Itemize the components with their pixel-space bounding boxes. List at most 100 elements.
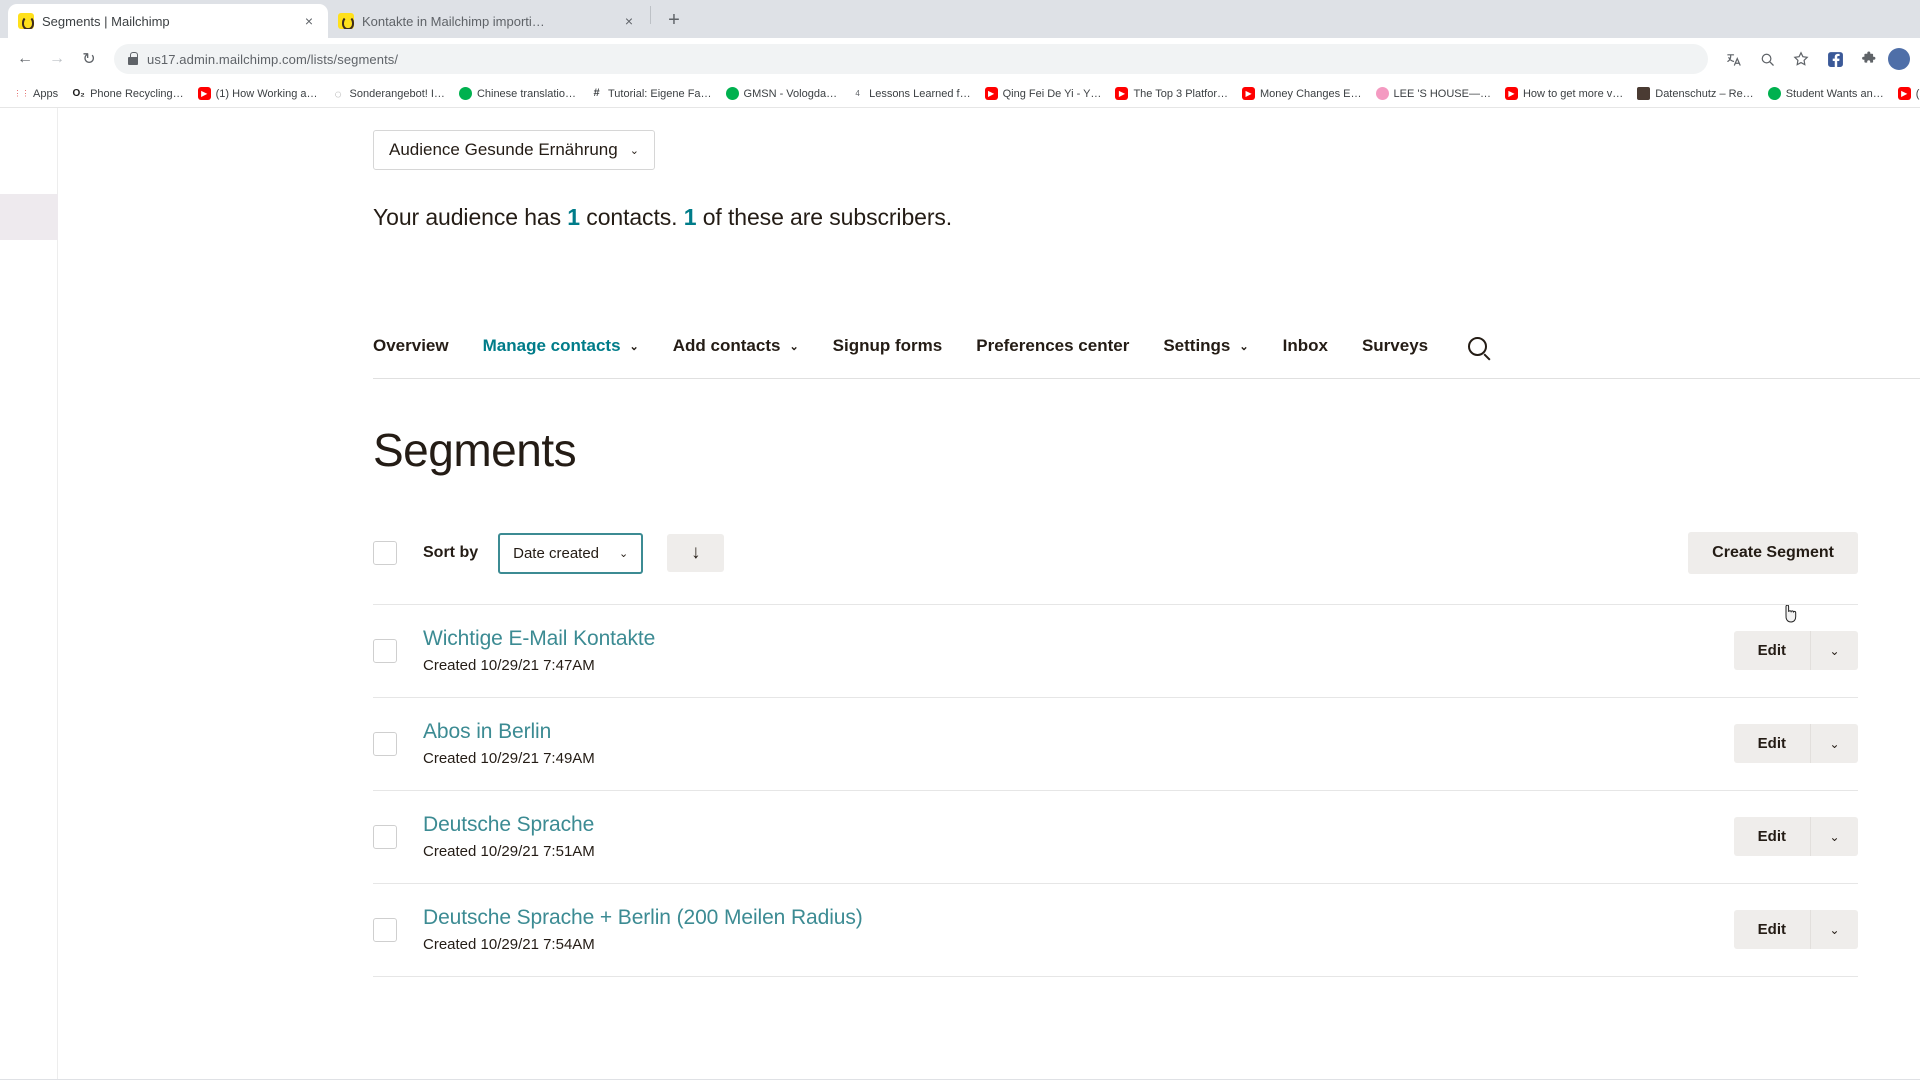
nav-tab-manage-contacts[interactable]: Manage contacts ⌄ <box>483 336 639 356</box>
bookmark-item[interactable]: ▶ Money Changes E… <box>1235 85 1369 102</box>
youtube-icon: ▶ <box>985 87 998 100</box>
segment-name-link[interactable]: Deutsche Sprache + Berlin (200 Meilen Ra… <box>423 906 1734 930</box>
bookmark-item[interactable]: ▶ (1) How Working a… <box>191 85 325 102</box>
chevron-down-icon[interactable]: ⌄ <box>1810 724 1858 763</box>
chevron-down-icon: ⌄ <box>619 547 628 560</box>
bookmark-star-icon[interactable] <box>1786 44 1816 74</box>
chevron-down-icon[interactable]: ⌄ <box>1810 910 1858 949</box>
translate-icon[interactable] <box>1718 44 1748 74</box>
bookmark-item[interactable]: LEE 'S HOUSE—… <box>1369 85 1498 102</box>
segment-name-link[interactable]: Wichtige E-Mail Kontakte <box>423 627 1734 651</box>
nav-tab-label: Add contacts <box>673 336 781 356</box>
back-icon[interactable]: ← <box>10 44 40 74</box>
o2-icon: O₂ <box>72 87 85 100</box>
segment-info: Deutsche Sprache + Berlin (200 Meilen Ra… <box>423 906 1734 953</box>
mailchimp-favicon-icon <box>338 13 354 29</box>
segment-actions: Edit ⌄ <box>1734 817 1858 856</box>
bookmark-label: GMSN - Vologda… <box>744 88 838 100</box>
nav-tab-overview[interactable]: Overview <box>373 336 449 356</box>
bookmark-item[interactable]: ◌ Sonderangebot! I… <box>325 85 452 102</box>
bookmarks-bar: ⋮⋮ Apps O₂ Phone Recycling… ▶ (1) How Working… <box>0 80 1920 108</box>
nav-tab-settings[interactable]: Settings ⌄ <box>1163 336 1248 356</box>
segment-checkbox[interactable] <box>373 918 397 942</box>
browser-tab-1[interactable]: Kontakte in Mailchimp importi… × <box>328 4 648 38</box>
browser-tab-0[interactable]: Segments | Mailchimp × <box>8 4 328 38</box>
bookmark-item[interactable]: O₂ Phone Recycling… <box>65 85 191 102</box>
audience-stat-prefix: Your audience has <box>373 204 567 230</box>
audience-selector[interactable]: Audience Gesunde Ernährung ⌄ <box>373 130 655 170</box>
tab-title: Segments | Mailchimp <box>42 14 292 29</box>
forward-icon[interactable]: → <box>42 44 72 74</box>
close-icon[interactable]: × <box>620 12 638 30</box>
close-icon[interactable]: × <box>300 12 318 30</box>
person-icon: ὆4 <box>851 87 864 100</box>
create-segment-button[interactable]: Create Segment <box>1688 532 1858 574</box>
segment-info: Deutsche Sprache Created 10/29/21 7:51AM <box>423 813 1734 860</box>
bookmark-item[interactable]: Chinese translatio… <box>452 85 583 102</box>
rail-active-item[interactable] <box>0 194 58 240</box>
sort-by-select[interactable]: Date created ⌄ <box>498 533 643 574</box>
reload-icon[interactable]: ↻ <box>74 44 104 74</box>
green-circle-icon <box>1768 87 1781 100</box>
profile-avatar[interactable] <box>1888 48 1910 70</box>
search-icon[interactable] <box>1468 337 1487 356</box>
segment-checkbox[interactable] <box>373 825 397 849</box>
bookmark-label: Sonderangebot! I… <box>350 88 445 100</box>
nav-tab-label: Inbox <box>1283 336 1328 356</box>
segment-checkbox[interactable] <box>373 639 397 663</box>
sort-by-value: Date created <box>513 545 599 562</box>
audience-stat: Your audience has 1 contacts. 1 of these… <box>373 204 1920 231</box>
bookmark-item[interactable]: ▶ Qing Fei De Yi - Y… <box>978 85 1109 102</box>
sort-by-label: Sort by <box>423 544 478 562</box>
bookmark-item[interactable]: ▶ (2) How To Add A… <box>1891 85 1920 102</box>
extensions-icon[interactable] <box>1854 44 1884 74</box>
bookmark-item[interactable]: ὆4 Lessons Learned f… <box>844 85 978 102</box>
nav-tab-signup-forms[interactable]: Signup forms <box>833 336 943 356</box>
address-bar[interactable]: us17.admin.mailchimp.com/lists/segments/ <box>114 44 1708 74</box>
segment-checkbox[interactable] <box>373 732 397 756</box>
youtube-icon: ▶ <box>1115 87 1128 100</box>
edit-button[interactable]: Edit <box>1734 631 1810 670</box>
sort-direction-button[interactable]: ↓ <box>667 534 724 572</box>
select-all-checkbox[interactable] <box>373 541 397 565</box>
nav-tab-add-contacts[interactable]: Add contacts ⌄ <box>673 336 799 356</box>
new-tab-button[interactable]: + <box>659 5 689 35</box>
zoom-icon[interactable] <box>1752 44 1782 74</box>
nav-tab-label: Preferences center <box>976 336 1129 356</box>
bookmark-item[interactable]: GMSN - Vologda… <box>719 85 845 102</box>
nav-tab-preferences-center[interactable]: Preferences center <box>976 336 1129 356</box>
bookmark-label: Lessons Learned f… <box>869 88 971 100</box>
bookmark-item[interactable]: ▶ The Top 3 Platfor… <box>1108 85 1235 102</box>
audience-stat-middle: contacts. <box>580 204 684 230</box>
nav-tab-inbox[interactable]: Inbox <box>1283 336 1328 356</box>
chevron-down-icon[interactable]: ⌄ <box>1810 817 1858 856</box>
nav-tab-label: Signup forms <box>833 336 943 356</box>
page-title: Segments <box>373 423 1920 477</box>
facebook-icon[interactable] <box>1820 44 1850 74</box>
bookmark-item[interactable]: # Tutorial: Eigene Fa… <box>583 85 719 102</box>
nav-tab-surveys[interactable]: Surveys <box>1362 336 1428 356</box>
segment-actions: Edit ⌄ <box>1734 724 1858 763</box>
nav-tab-label: Overview <box>373 336 449 356</box>
nav-tab-label: Surveys <box>1362 336 1428 356</box>
segment-created-date: Created 10/29/21 7:54AM <box>423 936 1734 953</box>
edit-button[interactable]: Edit <box>1734 910 1810 949</box>
segment-list: Wichtige E-Mail Kontakte Created 10/29/21… <box>373 604 1920 977</box>
primary-nav-tabs: Overview Manage contacts ⌄ Add contacts ⌄ Sig… <box>373 336 1920 379</box>
segment-name-link[interactable]: Deutsche Sprache <box>423 813 1734 837</box>
segment-created-date: Created 10/29/21 7:49AM <box>423 750 1734 767</box>
bookmark-item[interactable]: Student Wants an… <box>1761 85 1891 102</box>
globe-icon: ◌ <box>332 87 345 100</box>
apps-grid-icon: ⋮⋮ <box>15 87 28 100</box>
edit-button[interactable]: Edit <box>1734 817 1810 856</box>
edit-button[interactable]: Edit <box>1734 724 1810 763</box>
segment-name-link[interactable]: Abos in Berlin <box>423 720 1734 744</box>
bookmark-item[interactable]: ▶ How to get more v… <box>1498 85 1630 102</box>
bookmark-item[interactable]: ⋮⋮ Apps <box>8 85 65 102</box>
browser-window: Segments | Mailchimp × Kontakte in Mailc… <box>0 0 1920 1080</box>
bookmark-item[interactable]: Datenschutz – Re… <box>1630 85 1760 102</box>
chevron-down-icon[interactable]: ⌄ <box>1810 631 1858 670</box>
segment-info: Wichtige E-Mail Kontakte Created 10/29/21… <box>423 627 1734 674</box>
youtube-icon: ▶ <box>1242 87 1255 100</box>
chevron-down-icon: ⌄ <box>789 340 798 353</box>
